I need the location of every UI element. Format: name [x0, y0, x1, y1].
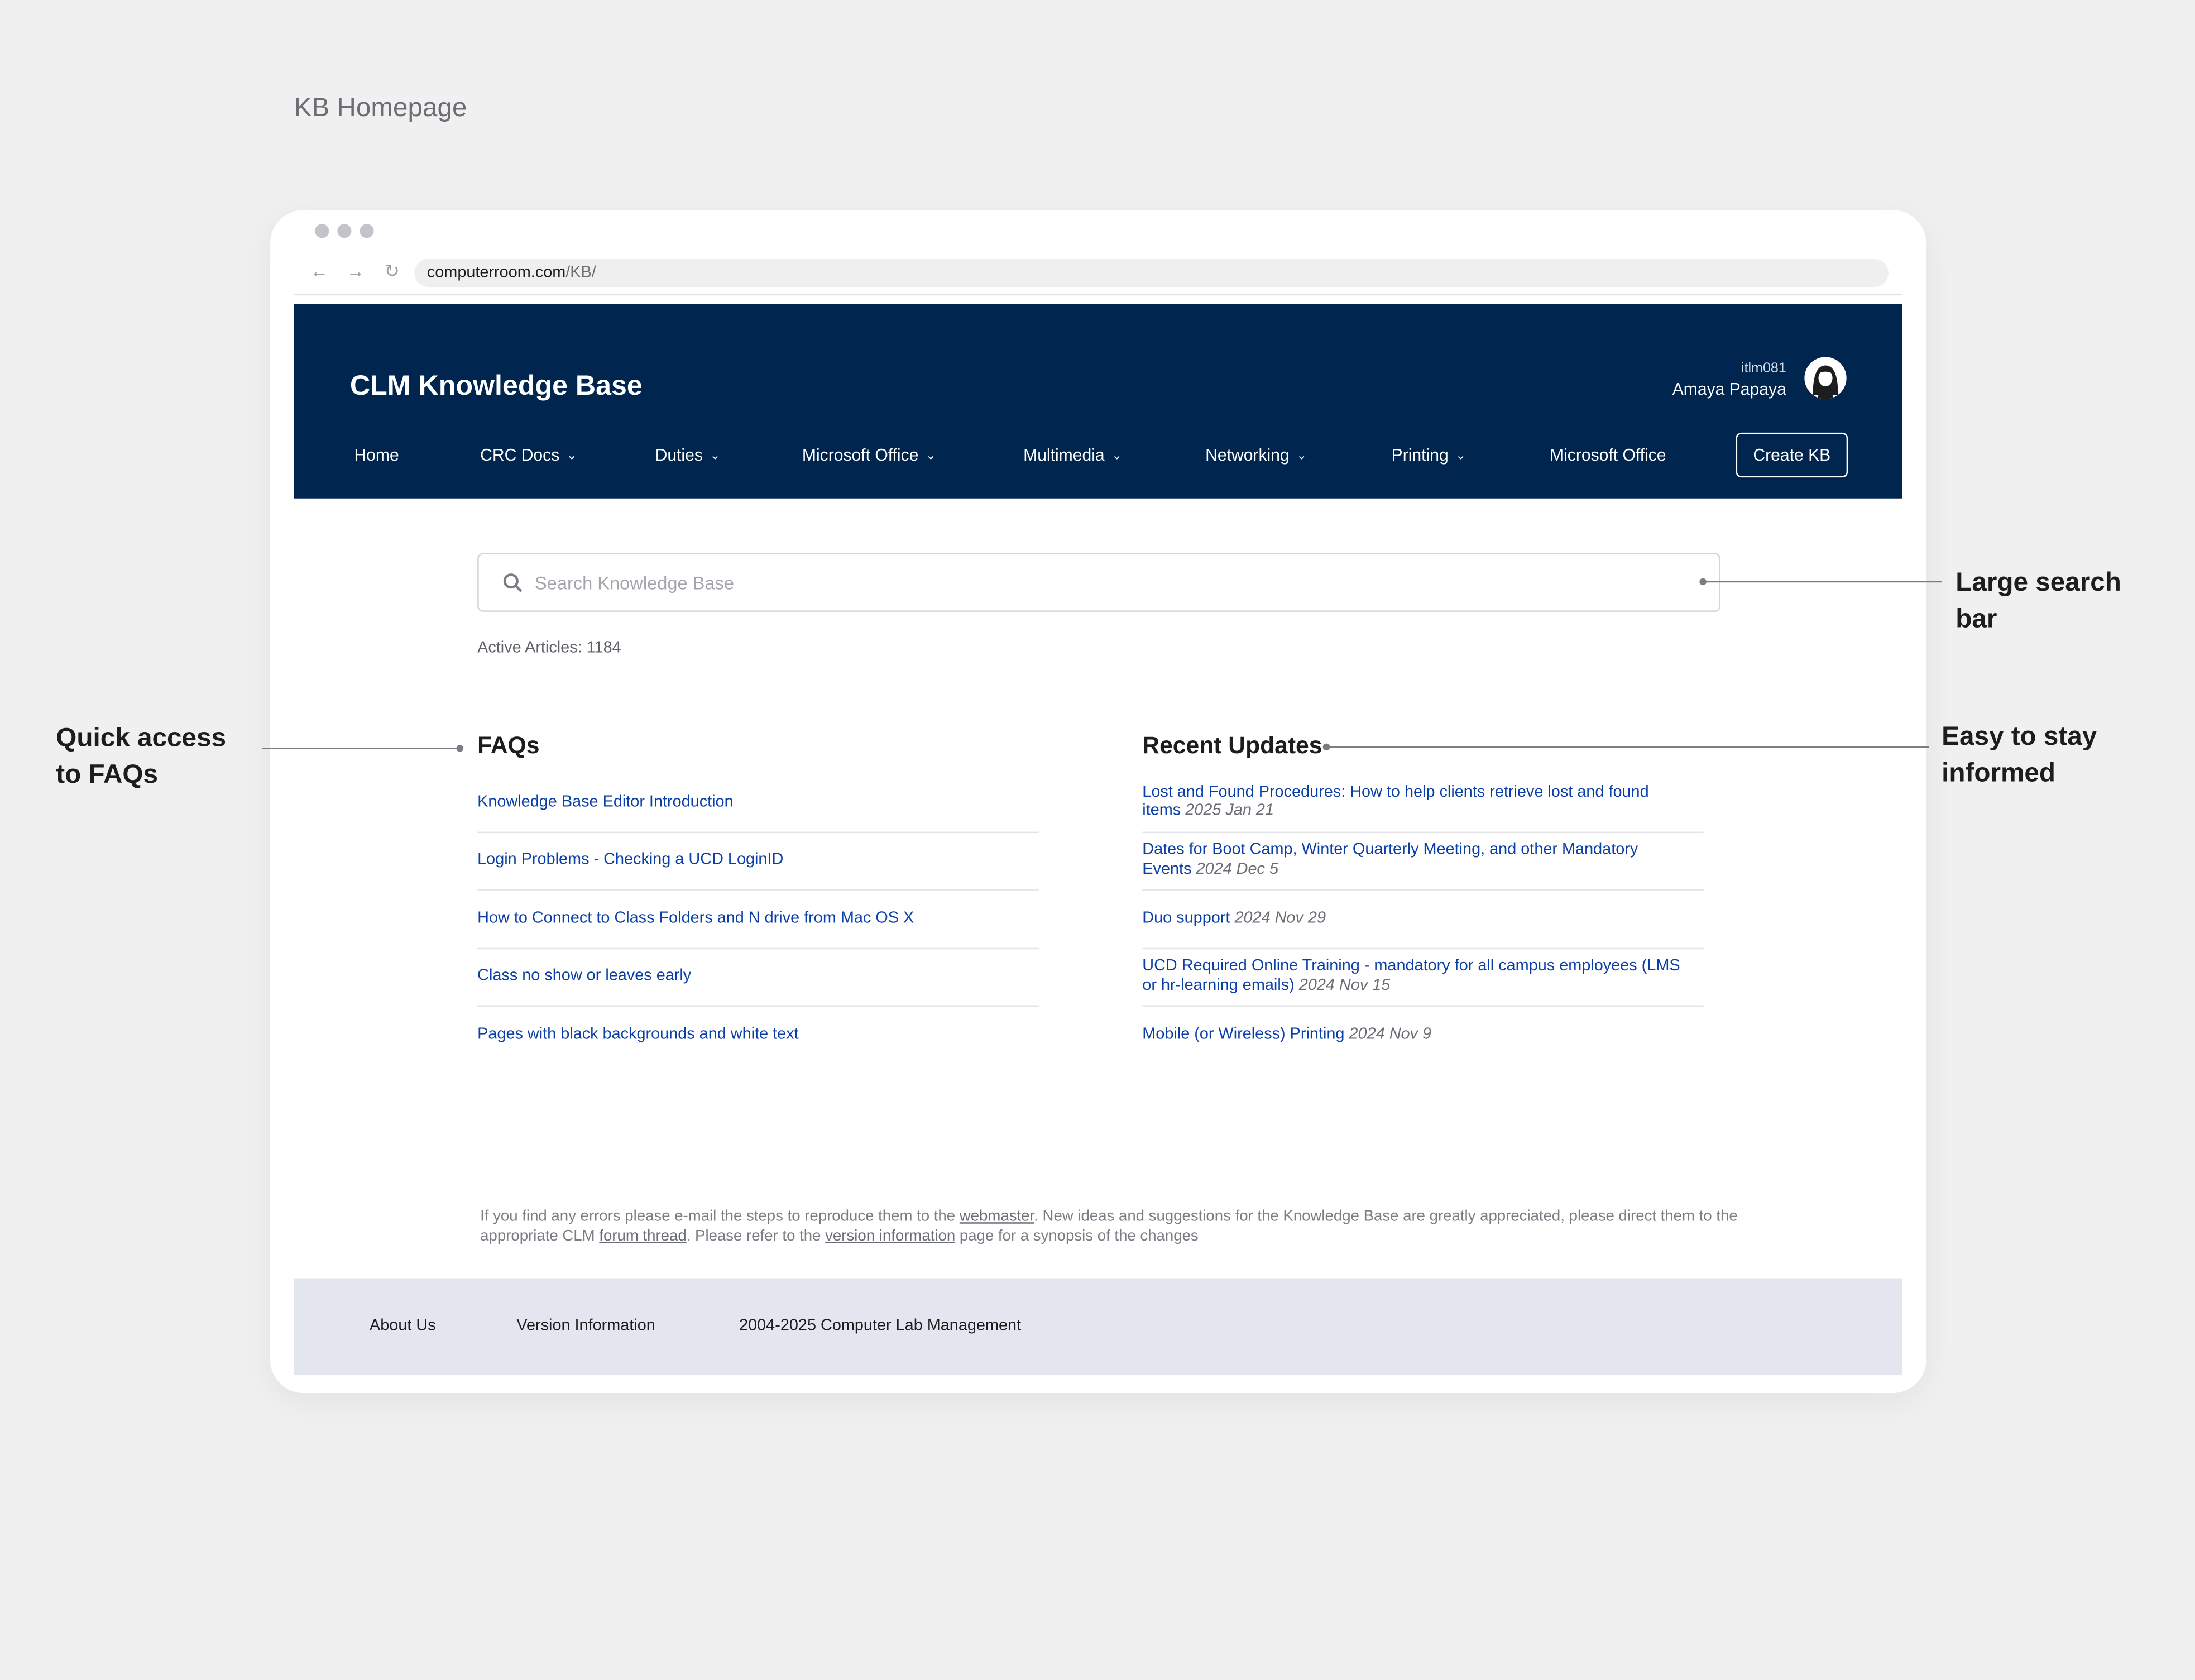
update-date: 2025 Jan 21	[1185, 802, 1274, 820]
user-name: Amaya Papaya	[1672, 379, 1786, 399]
faq-link[interactable]: How to Connect to Class Folders and N dr…	[477, 891, 1039, 949]
chevron-down-icon: ⌄	[1455, 448, 1466, 462]
faq-link[interactable]: Login Problems - Checking a UCD LoginID	[477, 832, 1039, 891]
faqs-annotation: Quick access to FAQs	[56, 724, 226, 790]
update-link[interactable]: UCD Required Online Training - mandatory…	[1142, 958, 1680, 994]
nav-item-multimedia[interactable]: Multimedia ⌄	[1023, 431, 1122, 478]
site-title[interactable]: CLM Knowledge Base	[350, 371, 643, 404]
search-box[interactable]	[477, 553, 1720, 612]
faqs-title: FAQs	[477, 732, 540, 759]
nav-item-printing[interactable]: Printing ⌄	[1392, 431, 1466, 478]
footer-about-link[interactable]: About Us	[370, 1318, 436, 1334]
faq-list: Knowledge Base Editor Introduction Login…	[477, 774, 1039, 1065]
chevron-down-icon: ⌄	[925, 448, 936, 462]
user-info[interactable]: itlm081 Amaya Papaya	[1672, 360, 1786, 400]
update-item[interactable]: Lost and Found Procedures: How to help c…	[1142, 774, 1704, 832]
update-date: 2024 Nov 15	[1298, 977, 1391, 994]
update-link[interactable]: Mobile (or Wireless) Printing	[1142, 1026, 1344, 1043]
create-kb-button[interactable]: Create KB	[1736, 432, 1848, 478]
footer-version-link[interactable]: Version Information	[516, 1318, 655, 1334]
window-dot[interactable]	[315, 224, 329, 238]
avatar[interactable]	[1804, 357, 1847, 399]
window-dot[interactable]	[360, 224, 374, 238]
forum-thread-link[interactable]: forum thread	[599, 1227, 686, 1244]
version-information-link[interactable]: version information	[825, 1227, 955, 1244]
faq-link[interactable]: Knowledge Base Editor Introduction	[477, 774, 1039, 832]
search-input[interactable]	[534, 554, 1683, 611]
updates-annotation-line	[1327, 746, 1929, 748]
footer-copyright: 2004-2025 Computer Lab Management	[739, 1317, 1022, 1334]
faq-link[interactable]: Pages with black backgrounds and white t…	[477, 1007, 1039, 1065]
nav-item-microsoft-office-2[interactable]: Microsoft Office	[1550, 431, 1666, 478]
updates-annotation: Easy to stay informed	[1942, 722, 2097, 788]
nav-item-home[interactable]: Home	[354, 431, 399, 478]
chevron-down-icon: ⌄	[1296, 448, 1307, 462]
page-label: KB Homepage	[294, 94, 467, 123]
chevron-down-icon: ⌄	[566, 448, 577, 462]
update-link[interactable]: Duo support	[1142, 910, 1230, 926]
site-viewport: CLM Knowledge Base itlm081 Amaya Papaya	[294, 304, 1902, 1375]
update-date: 2024 Nov 9	[1349, 1026, 1432, 1044]
updates-list: Lost and Found Procedures: How to help c…	[1142, 774, 1704, 1065]
faq-link[interactable]: Class no show or leaves early	[477, 949, 1039, 1007]
browser-window: ← → ↻ computerroom.com/KB/ CLM Knowledge…	[270, 210, 1926, 1394]
update-item[interactable]: Mobile (or Wireless) Printing 2024 Nov 9	[1142, 1007, 1704, 1065]
update-item[interactable]: UCD Required Online Training - mandatory…	[1142, 949, 1704, 1007]
search-annotation-line	[1703, 581, 1942, 583]
chevron-down-icon: ⌄	[710, 448, 721, 462]
user-id: itlm081	[1741, 361, 1786, 377]
faqs-annotation-line	[261, 748, 461, 749]
url-path: /KB/	[565, 264, 596, 282]
update-item[interactable]: Dates for Boot Camp, Winter Quarterly Me…	[1142, 832, 1704, 891]
footnote: If you find any errors please e-mail the…	[480, 1208, 1738, 1245]
nav-item-duties[interactable]: Duties ⌄	[655, 431, 721, 478]
forward-icon[interactable]: →	[346, 261, 365, 281]
update-date: 2024 Dec 5	[1196, 860, 1279, 878]
search-icon	[503, 573, 522, 592]
chevron-down-icon: ⌄	[1111, 448, 1123, 462]
url-bar[interactable]: computerroom.com/KB/	[414, 259, 1889, 288]
back-icon[interactable]: ←	[309, 261, 329, 281]
update-date: 2024 Nov 29	[1234, 909, 1326, 926]
recent-updates-title: Recent Updates	[1142, 732, 1322, 759]
nav-item-crc-docs[interactable]: CRC Docs ⌄	[480, 431, 577, 478]
nav-item-microsoft-office[interactable]: Microsoft Office ⌄	[802, 431, 936, 478]
browser-nav: ← → ↻	[309, 261, 402, 281]
site-header: CLM Knowledge Base itlm081 Amaya Papaya	[294, 304, 1902, 499]
reload-icon[interactable]: ↻	[382, 261, 402, 281]
window-controls	[315, 224, 374, 238]
toolbar-divider	[294, 294, 1902, 296]
active-articles-count: Active Articles: 1184	[477, 640, 621, 657]
nav-item-networking[interactable]: Networking ⌄	[1205, 431, 1307, 478]
faqs-annotation-dot	[456, 745, 464, 752]
window-dot[interactable]	[337, 224, 352, 238]
search-annotation: Large search bar	[1956, 568, 2121, 634]
site-footer: About Us Version Information 2004-2025 C…	[294, 1278, 1902, 1375]
update-item[interactable]: Duo support 2024 Nov 29	[1142, 891, 1704, 949]
main-nav: Home CRC Docs ⌄ Duties ⌄ Microsoft Office ⌄…	[294, 431, 1902, 478]
webmaster-link[interactable]: webmaster	[960, 1208, 1034, 1225]
user-avatar-icon	[1804, 357, 1847, 399]
url-domain: computerroom.com	[426, 264, 566, 282]
